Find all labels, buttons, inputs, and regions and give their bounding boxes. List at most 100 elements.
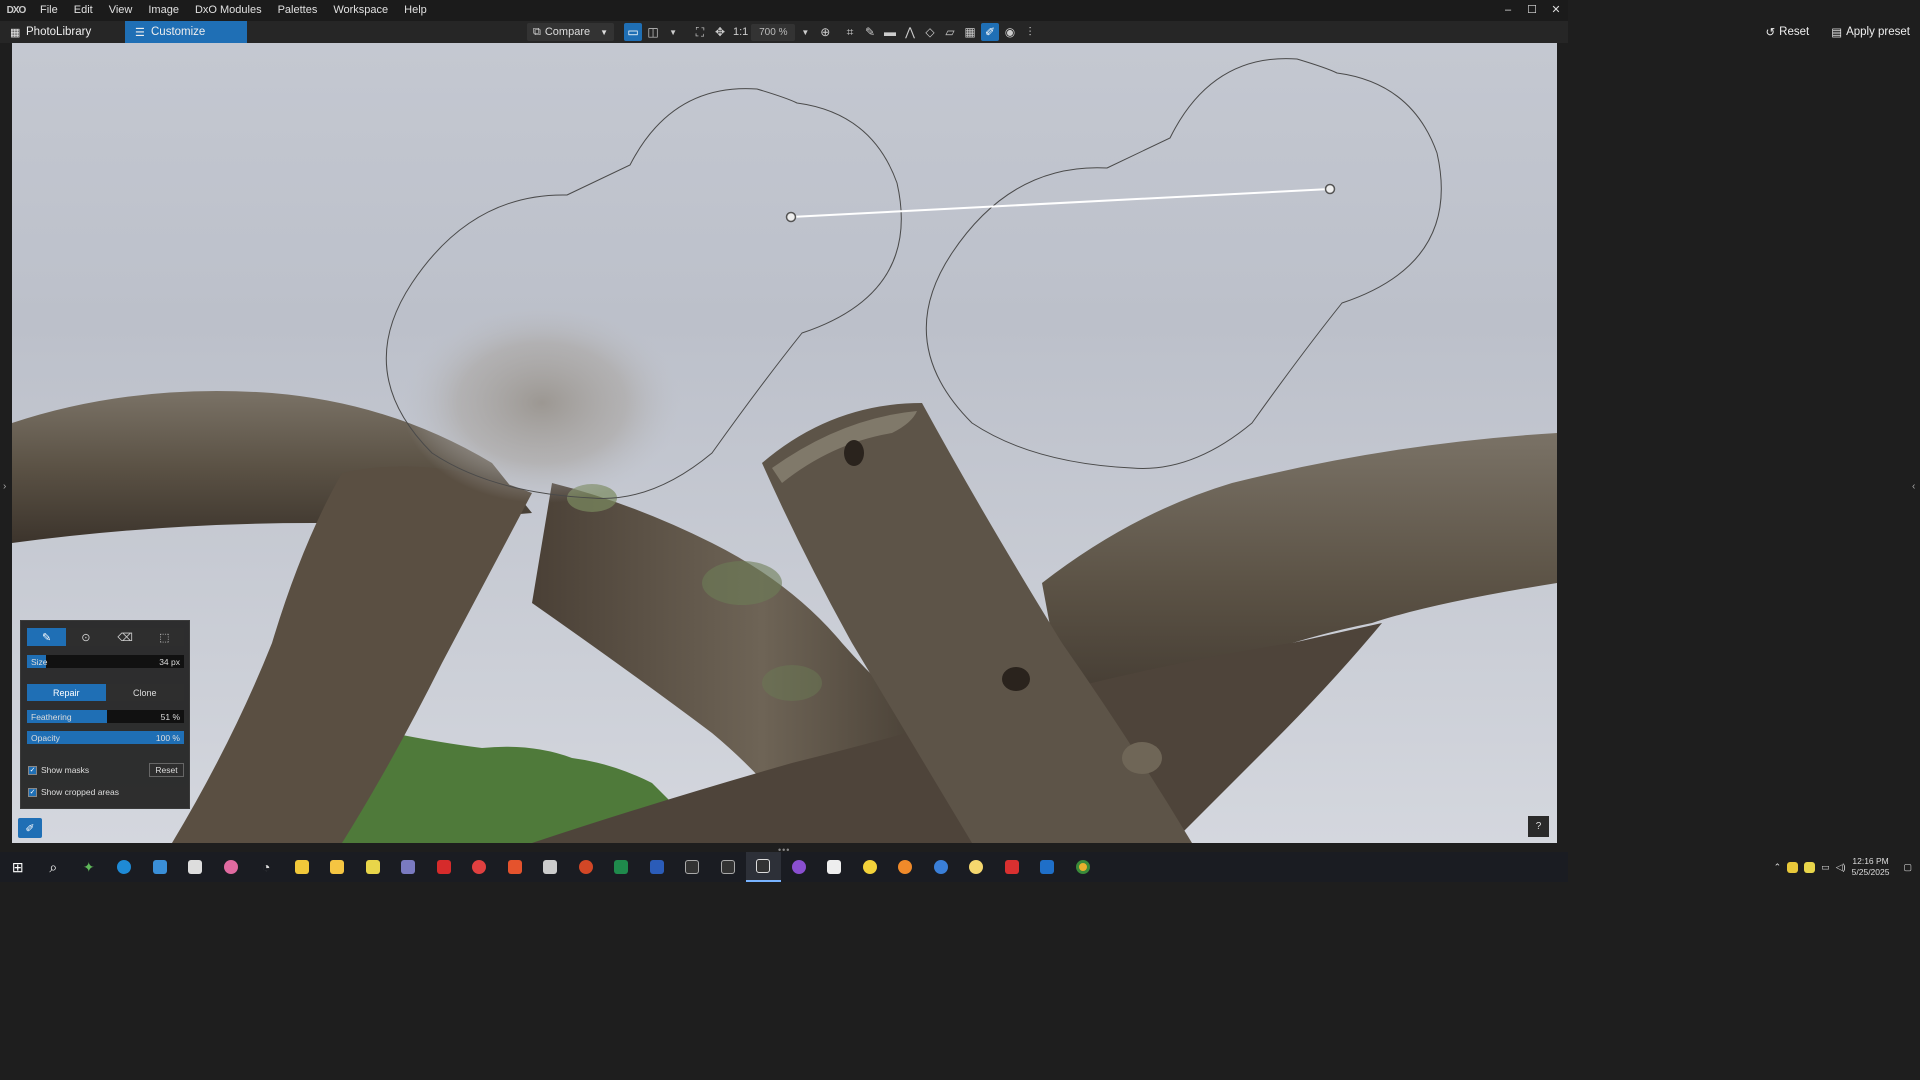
taskbar-app-powerpoint[interactable] [568, 852, 604, 882]
menu-file[interactable]: File [32, 0, 66, 21]
crop-button[interactable]: ⌗ [841, 23, 859, 41]
tray-app-icon[interactable] [1804, 861, 1816, 873]
image-viewer[interactable] [12, 43, 1557, 843]
horizon-button[interactable]: ▬ [881, 23, 899, 41]
tab-photolibrary[interactable]: ▦ PhotoLibrary [0, 21, 125, 43]
zoom-dropdown[interactable]: ▼ [796, 23, 814, 41]
single-view-button[interactable]: ▭ [624, 23, 643, 41]
view-mode-dropdown[interactable]: ▼ [664, 23, 682, 41]
chevron-down-icon: ▼ [801, 27, 810, 37]
split-view-button[interactable]: ◫ [644, 23, 662, 41]
outlook-icon [1040, 860, 1055, 874]
tab-customize[interactable]: ☰ Customize [125, 21, 247, 43]
fit-screen-button[interactable]: ⛶ [691, 23, 709, 41]
taskbar-app-2[interactable] [178, 852, 214, 882]
taskbar-app-firefox[interactable] [888, 852, 924, 882]
view-tools: ⧉ Compare ▼ ▭ ◫ ▼ [527, 21, 683, 43]
repair-tool-button[interactable]: ✐ [981, 23, 999, 41]
taskbar-app-nik[interactable] [781, 852, 817, 882]
taskbar-app-photolab-active[interactable] [745, 852, 781, 882]
taskbar-app-excel[interactable] [604, 852, 640, 882]
left-panel-collapsed[interactable]: › [0, 43, 12, 843]
perspective-button[interactable]: ⋀ [901, 23, 919, 41]
maximize-button[interactable]: ☐ [1520, 0, 1544, 21]
show-cropped-option[interactable]: ✓ Show cropped areas [28, 787, 119, 797]
taskbar-app-flash[interactable] [426, 852, 462, 882]
panel-reset-button[interactable]: Reset [149, 763, 184, 777]
taskbar-app-globe[interactable] [923, 852, 959, 882]
repair-mode-button[interactable]: Repair [27, 684, 106, 701]
zoom-field[interactable]: 700 % [751, 23, 796, 41]
feathering-slider[interactable]: Feathering 51 % [27, 710, 184, 723]
taskbar-app-photo[interactable] [391, 852, 427, 882]
selection-button[interactable]: ⬚ [145, 628, 184, 646]
menu-dxo-modules[interactable]: DxO Modules [187, 0, 270, 21]
taskbar-app-viewpoint[interactable] [675, 852, 711, 882]
taskbar-app-store[interactable] [284, 852, 320, 882]
chevron-up-icon[interactable]: ⌃ [1774, 862, 1782, 873]
taskbar-app-todo[interactable] [462, 852, 498, 882]
network-icon[interactable]: ▭ [1821, 862, 1830, 873]
close-button[interactable]: ✕ [1544, 0, 1568, 21]
menu-edit[interactable]: Edit [66, 0, 101, 21]
search-button[interactable]: ⌕ [36, 852, 72, 882]
taskbar-app-speed[interactable]: ◔ [249, 852, 285, 882]
taskbar-app-norton[interactable] [852, 852, 888, 882]
clock[interactable]: 12:16 PM 5/25/2025 [1852, 856, 1890, 878]
minimize-button[interactable]: – [1496, 0, 1520, 21]
one-to-one-button[interactable]: 1:1 [731, 23, 750, 41]
taskbar-app-explorer[interactable] [320, 852, 356, 882]
clone-mode-button[interactable]: Clone [106, 684, 185, 701]
menu-image[interactable]: Image [140, 0, 187, 21]
taskbar-app-doc[interactable] [533, 852, 569, 882]
show-cropped-checkbox[interactable]: ✓ [28, 787, 37, 797]
eyedropper-button[interactable]: ✎ [861, 23, 879, 41]
source-handle[interactable] [1324, 183, 1336, 195]
eraser-button[interactable]: ⌫ [106, 628, 145, 646]
opacity-slider[interactable]: Opacity 100 % [27, 731, 184, 744]
compare-button[interactable]: ⧉ Compare ▼ [527, 23, 615, 41]
perspective-rect-button[interactable]: ▱ [941, 23, 959, 41]
taskbar-app-camera[interactable] [817, 852, 853, 882]
chevron-down-icon[interactable]: ▼ [600, 28, 608, 37]
taskbar-app-music[interactable] [213, 852, 249, 882]
start-button[interactable]: ⊞ [0, 852, 36, 882]
taskbar-app-photolab[interactable] [710, 852, 746, 882]
taskbar-app-edge[interactable] [107, 852, 143, 882]
taskbar-app-word[interactable] [639, 852, 675, 882]
zoom-in-button[interactable]: ⊕ [816, 23, 834, 41]
taskbar-app-chrome[interactable] [1065, 852, 1101, 882]
auto-brush-button[interactable]: ⊙ [66, 628, 105, 646]
taskbar-app-bird[interactable]: ✦ [71, 852, 107, 882]
menu-workspace[interactable]: Workspace [325, 0, 396, 21]
tray-norton-icon[interactable] [1787, 861, 1799, 873]
size-slider[interactable]: Size 34 px [27, 655, 184, 668]
taskbar-app-outlook[interactable] [1030, 852, 1066, 882]
taskbar-app-weather[interactable] [959, 852, 995, 882]
red-eye-button[interactable]: ◉ [1001, 23, 1019, 41]
photo-canvas[interactable] [12, 43, 1557, 843]
target-handle[interactable] [785, 211, 797, 223]
apply-preset-button[interactable]: ▤ Apply preset [1831, 25, 1910, 39]
grid-button[interactable]: ▦ [961, 23, 979, 41]
notification-icon[interactable]: ▢ [1903, 862, 1912, 873]
show-masks-checkbox[interactable]: ✓ [28, 765, 37, 775]
perspective-4pt-button[interactable]: ◇ [921, 23, 939, 41]
mail-icon [152, 860, 167, 874]
help-button[interactable]: ? [1528, 816, 1549, 837]
menu-palettes[interactable]: Palettes [270, 0, 326, 21]
speaker-icon[interactable]: ◁) [1836, 862, 1846, 873]
repair-panel-toggle-button[interactable]: ✐ [18, 818, 42, 838]
show-masks-option[interactable]: ✓ Show masks [28, 765, 89, 775]
move-button[interactable]: ✥ [711, 23, 729, 41]
menu-view[interactable]: View [101, 0, 141, 21]
taskbar-app-pdf[interactable] [497, 852, 533, 882]
taskbar-app-mail[interactable] [142, 852, 178, 882]
right-panel-collapsed[interactable]: ‹ [1909, 43, 1920, 843]
taskbar-app-q[interactable] [994, 852, 1030, 882]
local-adjust-button[interactable]: ⫶ [1021, 23, 1039, 41]
taskbar-app-yellow[interactable] [355, 852, 391, 882]
menu-help[interactable]: Help [396, 0, 435, 21]
reset-button[interactable]: ↺ Reset [1766, 25, 1810, 39]
brush-tool-button[interactable]: ✎ [27, 628, 67, 646]
